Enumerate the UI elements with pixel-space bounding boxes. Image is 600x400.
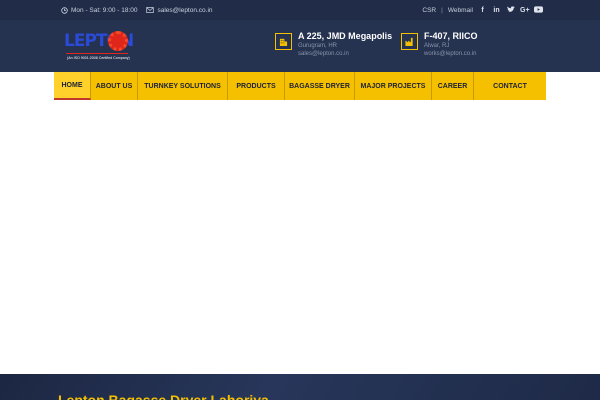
top-email[interactable]: sales@lepton.co.in xyxy=(146,6,213,14)
works-city: Alwar, RJ xyxy=(424,43,450,49)
nav-item-career[interactable]: CAREER xyxy=(432,72,474,100)
nav-item-turnkey-solutions[interactable]: TURNKEY SOLUTIONS xyxy=(138,72,228,100)
csr-link[interactable]: CSR xyxy=(422,7,436,14)
gear-icon xyxy=(108,31,128,51)
nav-item-major-projects[interactable]: MAJOR PROJECTS xyxy=(355,72,432,100)
webmail-link[interactable]: Webmail xyxy=(448,7,473,14)
page: Mon - Sat: 9:00 - 18:00 sales@lepton.co.… xyxy=(0,0,600,400)
top-bar-left: Mon - Sat: 9:00 - 18:00 sales@lepton.co.… xyxy=(61,0,213,20)
works-contact-text: F-407, RIICO Alwar, RJ works@lepton.co.i… xyxy=(424,31,478,58)
logo-tagline: (An ISO 9001:2008 Certified Company) xyxy=(67,56,130,60)
facebook-icon[interactable]: f xyxy=(478,7,487,14)
hours-text: Mon - Sat: 9:00 - 18:00 xyxy=(71,6,138,14)
twitter-icon[interactable] xyxy=(506,5,515,15)
clock-icon xyxy=(61,6,68,14)
office-address-title: A 225, JMD Megapolis xyxy=(298,31,393,41)
office-contact: A 225, JMD Megapolis Gurugram, HR sales@… xyxy=(275,31,392,58)
hero-banner: Lepton Bagasse Dryer Lahoriya xyxy=(0,374,600,400)
works-address-title: F-407, RIICO xyxy=(424,31,478,41)
banner-heading: Lepton Bagasse Dryer Lahoriya xyxy=(58,392,269,400)
envelope-icon xyxy=(146,7,155,13)
logo-underline xyxy=(66,53,128,54)
linkedin-icon[interactable]: in xyxy=(492,7,501,14)
nav-item-products[interactable]: PRODUCTS xyxy=(228,72,285,100)
google-plus-icon[interactable]: G+ xyxy=(520,7,530,14)
office-city: Gurugram, HR xyxy=(298,43,338,49)
office-email[interactable]: sales@lepton.co.in xyxy=(298,50,392,58)
nav-item-home[interactable]: HOME xyxy=(54,72,91,100)
nav-item-bagasse-dryer[interactable]: BAGASSE DRYER xyxy=(285,72,355,100)
site-header: LEPTON (An ISO 9001:2008 Certified Compa… xyxy=(0,20,600,72)
works-email[interactable]: works@lepton.co.in xyxy=(424,50,478,58)
office-contact-text: A 225, JMD Megapolis Gurugram, HR sales@… xyxy=(298,31,392,58)
top-bar: Mon - Sat: 9:00 - 18:00 sales@lepton.co.… xyxy=(0,0,600,20)
main-nav: HOME ABOUT US TURNKEY SOLUTIONS PRODUCTS… xyxy=(54,72,546,100)
top-bar-right: CSR | Webmail f in G+ xyxy=(422,0,543,20)
youtube-icon[interactable] xyxy=(534,5,543,15)
separator: | xyxy=(441,6,443,14)
works-contact: F-407, RIICO Alwar, RJ works@lepton.co.i… xyxy=(401,31,478,58)
top-email-text: sales@lepton.co.in xyxy=(157,6,213,14)
lepton-logo[interactable]: LEPTON (An ISO 9001:2008 Certified Compa… xyxy=(60,29,134,65)
factory-icon xyxy=(401,33,418,50)
building-icon xyxy=(275,33,292,50)
business-hours: Mon - Sat: 9:00 - 18:00 xyxy=(61,7,137,14)
nav-item-contact[interactable]: CONTACT xyxy=(474,72,546,100)
nav-item-about-us[interactable]: ABOUT US xyxy=(91,72,138,100)
